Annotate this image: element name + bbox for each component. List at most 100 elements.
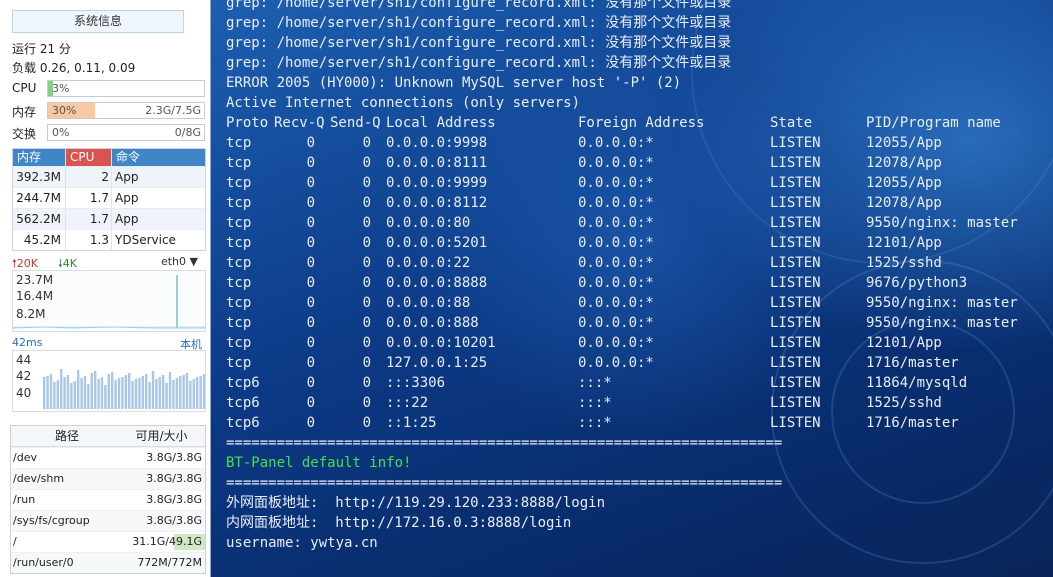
netstat-sendq: 0 bbox=[362, 175, 371, 191]
interface-select[interactable]: eth0 ▼ bbox=[161, 255, 198, 268]
command-column-header[interactable]: 命令 bbox=[111, 149, 205, 166]
netstat-recvq: 0 bbox=[306, 235, 315, 251]
disk-row[interactable]: /run/user/0 772M/772M bbox=[11, 552, 205, 573]
disk-size-cell: 3.8G/3.8G bbox=[121, 448, 205, 468]
netstat-local: 0.0.0.0:10201 bbox=[386, 335, 496, 351]
process-row[interactable]: 562.2M 1.7 App bbox=[13, 208, 205, 229]
ping-bar bbox=[73, 381, 76, 409]
netstat-state: LISTEN bbox=[770, 155, 821, 171]
ping-bar bbox=[168, 372, 172, 409]
swap-detail: 0/8G bbox=[174, 126, 201, 139]
netstat-header-local: Local Address bbox=[386, 115, 496, 131]
bt-panel-info-line: BT-Panel default info! bbox=[226, 453, 411, 473]
ping-bar bbox=[124, 375, 127, 409]
username-text: username: ywtya.cn bbox=[226, 535, 378, 551]
netstat-proto: tcp6 bbox=[226, 375, 260, 391]
netstat-header-recvq: Recv-Q bbox=[274, 115, 325, 131]
netstat-sendq: 0 bbox=[362, 295, 371, 311]
netstat-header-pid: PID/Program name bbox=[866, 115, 1001, 131]
netstat-local: 0.0.0.0:9998 bbox=[386, 135, 488, 151]
system-info-button[interactable]: 系统信息 bbox=[12, 10, 184, 33]
terminal-output[interactable]: grep: /home/server/sh1/configure_record.… bbox=[211, 0, 1053, 577]
ping-bar bbox=[141, 376, 144, 409]
ping-scale-mid: 42 bbox=[16, 369, 32, 383]
netstat-sendq: 0 bbox=[362, 395, 371, 411]
ping-bar bbox=[77, 370, 80, 409]
process-cpu: 2 bbox=[65, 167, 111, 187]
ping-bar bbox=[87, 384, 90, 409]
terminal-line: Active Internet connections (only server… bbox=[226, 93, 580, 113]
netstat-foreign: 0.0.0.0:* bbox=[578, 175, 654, 191]
line-text: grep: /home/server/sh1/configure_record.… bbox=[226, 0, 732, 11]
ping-bar bbox=[189, 381, 192, 409]
netstat-recvq: 0 bbox=[306, 175, 315, 191]
netstat-sendq: 0 bbox=[362, 415, 371, 431]
netstat-foreign: 0.0.0.0:* bbox=[578, 335, 654, 351]
netstat-state: LISTEN bbox=[770, 195, 821, 211]
disk-row[interactable]: / 31.1G/49.1G bbox=[11, 531, 205, 552]
process-row[interactable]: 45.2M 1.3 YDService bbox=[13, 229, 205, 250]
process-row[interactable]: 392.3M 2 App bbox=[13, 166, 205, 187]
netstat-local: 0.0.0.0:9999 bbox=[386, 175, 488, 191]
netstat-recvq: 0 bbox=[306, 295, 315, 311]
netstat-sendq: 0 bbox=[362, 235, 371, 251]
disk-row[interactable]: /dev 3.8G/3.8G bbox=[11, 447, 205, 468]
netstat-state: LISTEN bbox=[770, 355, 821, 371]
netstat-state: LISTEN bbox=[770, 275, 821, 291]
netstat-sendq: 0 bbox=[362, 375, 371, 391]
netstat-row: tcp6 0 0::1:25:::* LISTEN 1716/master bbox=[226, 413, 1046, 433]
process-row[interactable]: 244.7M 1.7 App bbox=[13, 187, 205, 208]
ping-bar bbox=[97, 379, 100, 409]
netstat-row: tcp 0 0 0.0.0.0:8888 0.0.0.0:* LISTEN 9676/pyt… bbox=[226, 273, 1046, 293]
netstat-proto: tcp bbox=[226, 235, 252, 251]
line-text: grep: /home/server/sh1/configure_record.… bbox=[226, 35, 732, 51]
disk-row[interactable]: /dev/shm 3.8G/3.8G bbox=[11, 468, 205, 489]
netstat-sendq: 0 bbox=[362, 255, 371, 271]
netstat-local: 0.0.0.0:80 bbox=[386, 215, 471, 231]
netstat-state: LISTEN bbox=[770, 335, 821, 351]
disk-row[interactable]: /sys/fs/cgroup 3.8G/3.8G bbox=[11, 510, 205, 531]
netstat-pid: 12101/App bbox=[866, 335, 942, 351]
ping-bar bbox=[175, 378, 178, 409]
netstat-proto: tcp6 bbox=[226, 395, 260, 411]
mem-column-header[interactable]: 内存 bbox=[13, 149, 65, 166]
netstat-state: LISTEN bbox=[770, 215, 821, 231]
ping-chart: 44 42 40 bbox=[12, 350, 206, 412]
netstat-pid: 12078/App bbox=[866, 195, 942, 211]
netstat-foreign: 0.0.0.0:* bbox=[578, 135, 654, 151]
netstat-local: 0.0.0.0:5201 bbox=[386, 235, 488, 251]
ping-bar bbox=[104, 385, 107, 409]
netstat-proto: tcp bbox=[226, 175, 252, 191]
swap-percent: 0% bbox=[52, 126, 70, 139]
netstat-local: 0.0.0.0:22 bbox=[386, 255, 471, 271]
ping-scale-low: 40 bbox=[16, 386, 32, 400]
process-cpu: 1.7 bbox=[65, 188, 111, 208]
ping-bar bbox=[162, 375, 165, 409]
memory-meter: 内存 30% 2.3G/7.5G bbox=[12, 102, 205, 119]
line-text: grep: /home/server/sh1/configure_record.… bbox=[226, 55, 732, 71]
process-mem: 244.7M bbox=[16, 191, 61, 205]
size-column-header[interactable]: 可用/大小 bbox=[121, 426, 205, 446]
disk-row[interactable]: /run 3.8G/3.8G bbox=[11, 489, 205, 510]
ping-bar bbox=[100, 377, 104, 409]
netstat-foreign: 0.0.0.0:* bbox=[578, 215, 654, 231]
cpu-column-header[interactable]: CPU bbox=[65, 149, 111, 166]
netstat-pid: 1525/sshd bbox=[866, 255, 942, 271]
ping-bar bbox=[66, 375, 70, 409]
ping-bar bbox=[94, 371, 97, 409]
netstat-recvq: 0 bbox=[306, 315, 315, 331]
netstat-recvq: 0 bbox=[306, 395, 315, 411]
netstat-row: tcp 0 0 0.0.0.0:8112 0.0.0.0:* LISTEN 12078/Ap… bbox=[226, 193, 1046, 213]
netstat-header-row: Proto Recv-Q Send-Q Local Address Foreign Ad… bbox=[226, 113, 1046, 133]
process-command: App bbox=[111, 167, 205, 187]
process-command: App bbox=[111, 209, 205, 229]
netstat-sendq: 0 bbox=[362, 155, 371, 171]
netstat-recvq: 0 bbox=[306, 415, 315, 431]
disk-size: 3.8G/3.8G bbox=[146, 472, 202, 485]
path-column-header[interactable]: 路径 bbox=[11, 426, 121, 446]
netstat-proto: tcp bbox=[226, 335, 252, 351]
netstat-foreign: 0.0.0.0:* bbox=[578, 235, 654, 251]
process-command: App bbox=[111, 188, 205, 208]
netstat-sendq: 0 bbox=[362, 135, 371, 151]
ping-bar bbox=[70, 383, 73, 409]
